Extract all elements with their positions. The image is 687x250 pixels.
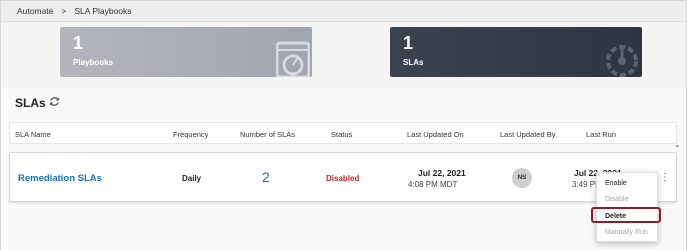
column-header[interactable]: Last Run xyxy=(586,130,616,139)
column-header[interactable]: Frequency xyxy=(173,130,208,139)
last-updated-time: 4:08 PM MDT xyxy=(408,180,458,189)
status-badge: Disabled xyxy=(326,174,360,183)
menu-item-enable[interactable]: Enable xyxy=(605,180,627,187)
column-header[interactable]: SLA Name xyxy=(15,130,51,139)
delete-highlight-box xyxy=(591,207,661,223)
last-updated-date: Jul 22, 2021 xyxy=(418,168,466,178)
menu-item-manually-run: Manually Run xyxy=(605,229,648,236)
table-row[interactable]: Remediation SLAs Daily 2 Disabled Jul 22… xyxy=(9,152,677,202)
breadcrumb: Automate > SLA Playbooks xyxy=(1,1,686,22)
avatar: NS xyxy=(512,168,532,188)
slas-label: SLAs xyxy=(403,58,424,67)
menu-item-disable: Disable xyxy=(605,196,629,203)
playbooks-card[interactable]: 1 Playbooks xyxy=(60,27,312,77)
speedometer-icon xyxy=(606,45,638,77)
column-header[interactable]: Number of SLAs xyxy=(240,130,295,139)
playbooks-count: 1 xyxy=(73,33,84,53)
page-title: SLAs xyxy=(15,96,46,110)
sla-name-link[interactable]: Remediation SLAs xyxy=(18,173,102,184)
table-header: SLA Name Frequency Number of SLAs Status… xyxy=(9,122,677,144)
slas-count: 1 xyxy=(403,33,414,53)
column-header[interactable]: Last Updated By xyxy=(500,130,555,139)
breadcrumb-separator: > xyxy=(61,6,67,16)
slas-card[interactable]: 1 SLAs xyxy=(390,27,642,77)
breadcrumb-current: SLA Playbooks xyxy=(74,6,132,16)
dashboard-gauge-icon xyxy=(276,41,310,77)
more-options-icon[interactable]: ⋮ xyxy=(660,172,670,183)
column-header[interactable]: Last Updated On xyxy=(407,130,464,139)
breadcrumb-automate[interactable]: Automate xyxy=(17,6,53,16)
number-of-slas-link[interactable]: 2 xyxy=(262,169,270,185)
column-header[interactable]: Status xyxy=(331,130,352,139)
refresh-icon[interactable] xyxy=(49,96,60,107)
frequency-value: Daily xyxy=(182,174,202,183)
playbooks-label: Playbooks xyxy=(73,58,114,67)
